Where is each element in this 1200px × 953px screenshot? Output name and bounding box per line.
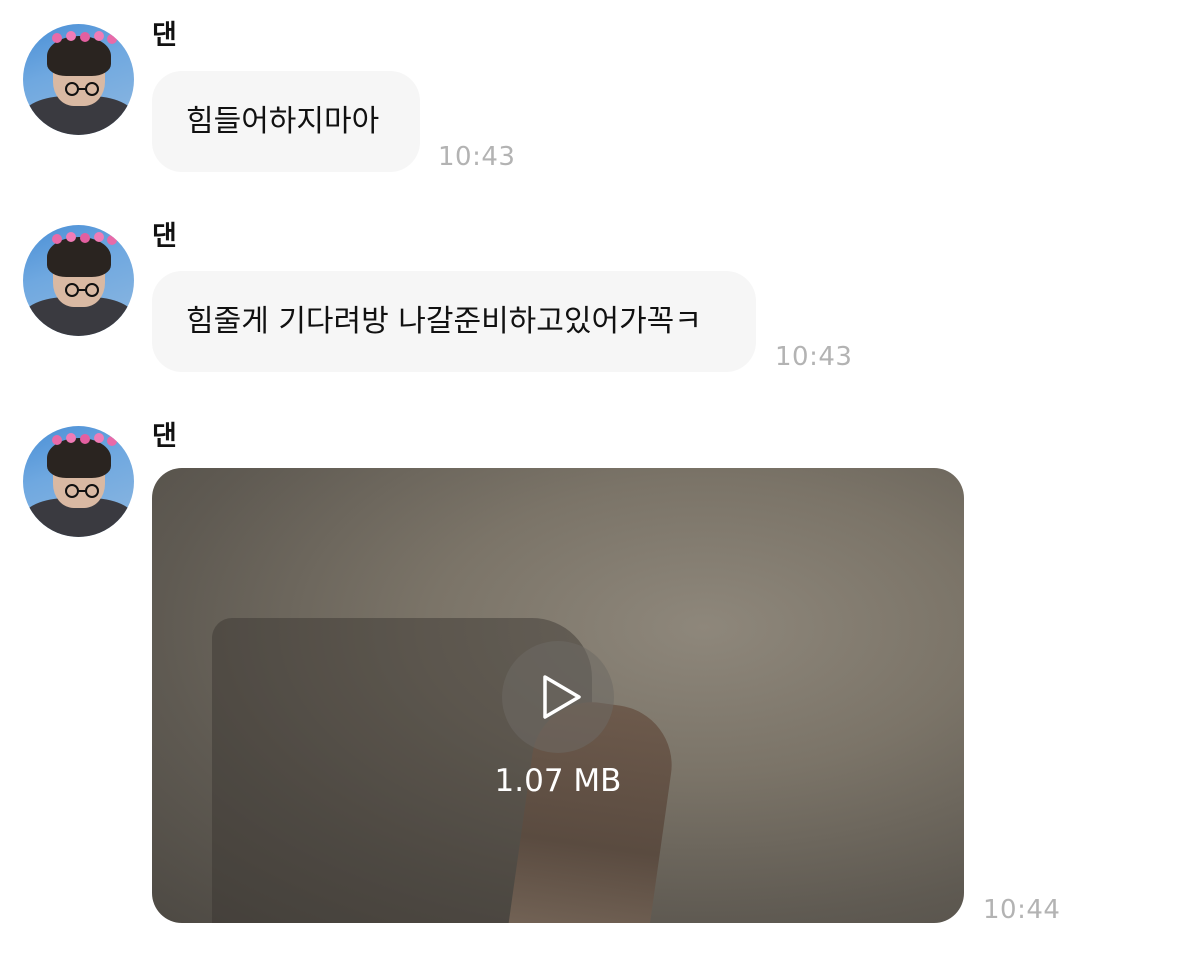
video-file-size: 1.07 MB <box>494 763 622 799</box>
glasses-icon <box>65 484 99 498</box>
avatar[interactable] <box>23 426 134 537</box>
glasses-icon <box>65 283 99 297</box>
heart-icon <box>52 433 117 446</box>
message-bubble[interactable]: 힘줄게 기다려방 나갈준비하고있어가꼭ㅋ <box>152 271 756 372</box>
sender-name: 댄 <box>152 421 177 452</box>
message-timestamp: 10:43 <box>438 142 516 172</box>
sender-name: 댄 <box>152 221 177 252</box>
play-icon <box>543 675 581 719</box>
heart-icon <box>52 31 117 44</box>
avatar[interactable] <box>23 225 134 336</box>
message-timestamp: 10:43 <box>775 342 853 372</box>
message-bubble[interactable]: 힘들어하지마아 <box>152 71 420 172</box>
sender-name: 댄 <box>152 20 177 51</box>
glasses-icon <box>65 82 99 96</box>
video-message[interactable]: 1.07 MB <box>152 468 964 923</box>
heart-icon <box>52 232 117 245</box>
message-timestamp: 10:44 <box>983 895 1061 925</box>
play-button[interactable] <box>502 641 614 753</box>
avatar[interactable] <box>23 24 134 135</box>
